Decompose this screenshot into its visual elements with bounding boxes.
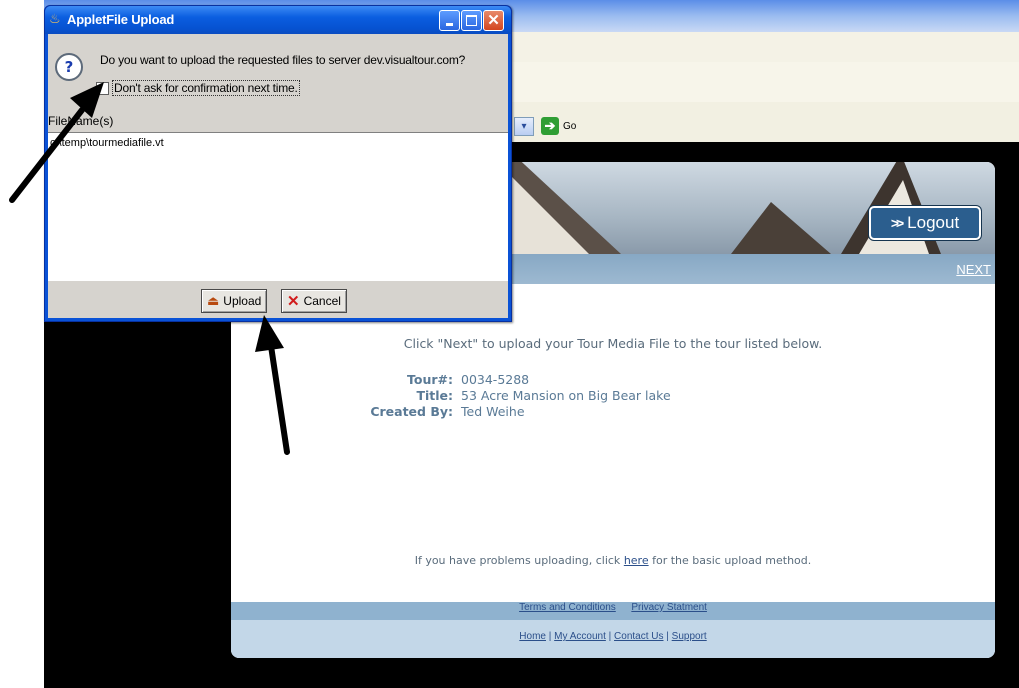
dont-ask-checkbox-row[interactable]: Don't ask for confirmation next time.	[96, 80, 300, 96]
privacy-link[interactable]: Privacy Statment	[631, 602, 707, 613]
maximize-icon	[466, 15, 477, 26]
footer-nav-links: Home | My Account | Contact Us | Support	[231, 620, 995, 658]
tour-number-row: Tour#: 0034-5288	[351, 372, 851, 388]
tour-details: Tour#: 0034-5288 Title: 53 Acre Mansion …	[351, 372, 851, 420]
upload-dialog: ♨ AppletFile Upload ✕ ? Do you want to u…	[44, 5, 512, 322]
cancel-x-icon: ✕	[287, 292, 300, 310]
tour-title-value: 53 Acre Mansion on Big Bear lake	[461, 388, 671, 403]
question-text: Do you want to upload the requested file…	[100, 53, 466, 67]
separator: |	[666, 631, 669, 642]
go-button[interactable]: ➔ Go	[541, 116, 576, 136]
go-arrow-icon: ➔	[541, 117, 559, 135]
cancel-button[interactable]: ✕ Cancel	[281, 289, 347, 313]
problem-text-after: for the basic upload method.	[652, 554, 812, 567]
minimize-button[interactable]	[439, 10, 460, 31]
dont-ask-label[interactable]: Don't ask for confirmation next time.	[112, 80, 300, 96]
double-chevron-right-icon: >>	[890, 215, 904, 231]
tour-number-label: Tour#:	[407, 372, 453, 387]
upload-problem-text: If you have problems uploading, click he…	[231, 554, 995, 567]
upload-button[interactable]: ⏏ Upload	[201, 289, 268, 313]
tour-title-row: Title: 53 Acre Mansion on Big Bear lake	[351, 388, 851, 404]
filenames-label: FileName(s)	[48, 114, 114, 128]
file-list[interactable]: c:\temp\tourmediafile.vt	[48, 132, 508, 281]
tour-title-label: Title:	[416, 388, 453, 403]
contact-us-link[interactable]: Contact Us	[614, 631, 663, 642]
upload-label: Upload	[223, 294, 262, 308]
basic-upload-link[interactable]: here	[624, 554, 649, 567]
go-label: Go	[563, 120, 577, 132]
close-icon: ✕	[487, 12, 500, 29]
dialog-body: ? Do you want to upload the requested fi…	[48, 34, 508, 318]
upload-icon: ⏏	[207, 293, 220, 308]
home-link[interactable]: Home	[519, 631, 546, 642]
separator: |	[548, 631, 552, 642]
dont-ask-checkbox[interactable]	[96, 81, 109, 95]
tour-number-value: 0034-5288	[461, 372, 530, 387]
next-link[interactable]: NEXT	[956, 262, 991, 277]
cancel-label: Cancel	[303, 294, 341, 308]
dialog-titlebar[interactable]: ♨ AppletFile Upload ✕	[45, 6, 511, 34]
footer-legal-links: Terms and Conditions Privacy Statment	[231, 602, 995, 620]
separator: |	[608, 631, 612, 642]
maximize-button[interactable]	[461, 10, 482, 31]
minimize-icon	[446, 23, 453, 26]
support-link[interactable]: Support	[672, 631, 707, 642]
java-cup-icon: ♨	[49, 11, 61, 26]
created-by-value: Ted Weihe	[461, 404, 525, 419]
problem-text-before: If you have problems uploading, click	[414, 554, 621, 567]
question-icon: ?	[55, 53, 83, 81]
instruction-text: Click "Next" to upload your Tour Media F…	[403, 336, 823, 351]
logout-label: Logout	[907, 213, 960, 232]
created-by-label: Created By:	[370, 404, 453, 419]
dialog-title: AppletFile Upload	[67, 12, 175, 27]
address-dropdown-button[interactable]: ▾	[514, 117, 534, 136]
close-button[interactable]: ✕	[483, 10, 504, 31]
terms-link[interactable]: Terms and Conditions	[519, 602, 616, 613]
logout-button[interactable]: >> Logout	[869, 206, 981, 240]
my-account-link[interactable]: My Account	[554, 631, 606, 642]
dialog-button-bar: ⏏ Upload ✕ Cancel	[48, 286, 508, 316]
house-roof-graphic	[731, 202, 831, 254]
tour-created-by-row: Created By: Ted Weihe	[351, 404, 851, 420]
file-list-item[interactable]: c:\temp\tourmediafile.vt	[50, 137, 164, 149]
